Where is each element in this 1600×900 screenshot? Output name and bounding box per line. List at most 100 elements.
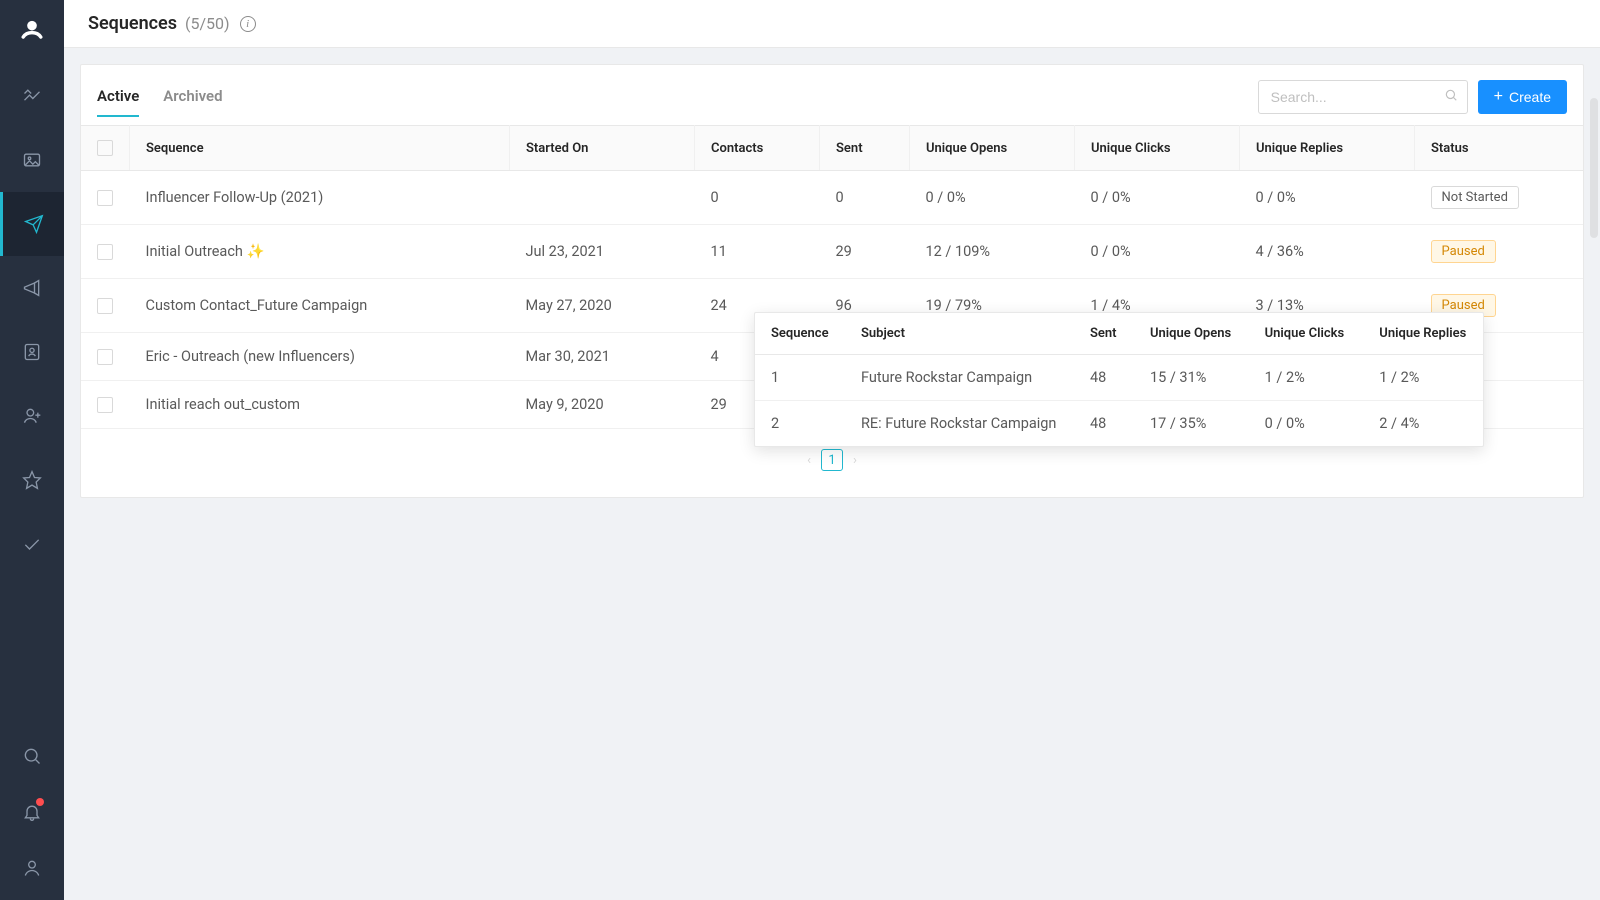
popover-row[interactable]: 1Future Rockstar Campaign4815 / 31%1 / 2… xyxy=(755,355,1483,401)
search-input[interactable] xyxy=(1258,80,1468,114)
create-button[interactable]: + Create xyxy=(1478,80,1567,114)
pcol-sequence: Sequence xyxy=(755,313,845,355)
cell-name: Eric - Outreach (new Influencers) xyxy=(130,333,510,381)
row-checkbox[interactable] xyxy=(97,397,113,413)
col-status[interactable]: Status xyxy=(1415,126,1584,171)
sequence-steps-popover: Sequence Subject Sent Unique Opens Uniqu… xyxy=(754,312,1484,447)
pcol-subject: Subject xyxy=(845,313,1074,355)
nav-add-user[interactable] xyxy=(0,384,64,448)
popover-row[interactable]: 2RE: Future Rockstar Campaign4817 / 35%0… xyxy=(755,401,1483,447)
pcell-opens: 15 / 31% xyxy=(1134,355,1249,401)
table-header: Sequence Started On Contacts Sent Unique… xyxy=(81,126,1583,171)
nav-favorites[interactable] xyxy=(0,448,64,512)
pcell-subject: Future Rockstar Campaign xyxy=(845,355,1074,401)
cell-name: Initial reach out_custom xyxy=(130,381,510,429)
cell-clicks: 0 / 0% xyxy=(1075,225,1240,279)
pcol-unique-clicks: Unique Clicks xyxy=(1249,313,1364,355)
select-all-checkbox[interactable] xyxy=(97,140,113,156)
pcol-unique-opens: Unique Opens xyxy=(1134,313,1249,355)
megaphone-icon xyxy=(22,278,42,298)
cell-name: Custom Contact_Future Campaign xyxy=(130,279,510,333)
page-current[interactable]: 1 xyxy=(821,449,843,471)
cell-started: Jul 23, 2021 xyxy=(510,225,695,279)
col-unique-opens[interactable]: Unique Opens xyxy=(910,126,1075,171)
cell-contacts: 0 xyxy=(695,171,820,225)
nav-sequences[interactable] xyxy=(0,192,64,256)
pcol-unique-replies: Unique Replies xyxy=(1363,313,1483,355)
cell-contacts: 11 xyxy=(695,225,820,279)
pcell-seq: 1 xyxy=(755,355,845,401)
table-row[interactable]: Influencer Follow-Up (2021)000 / 0%0 / 0… xyxy=(81,171,1583,225)
pcell-sent: 48 xyxy=(1074,401,1134,447)
col-unique-replies[interactable]: Unique Replies xyxy=(1240,126,1415,171)
col-unique-clicks[interactable]: Unique Clicks xyxy=(1075,126,1240,171)
pcell-clicks: 1 / 2% xyxy=(1249,355,1364,401)
nav-tasks[interactable] xyxy=(0,512,64,576)
tab-active[interactable]: Active xyxy=(97,77,139,117)
page-count: (5/50) xyxy=(185,14,230,33)
page-prev[interactable]: ‹ xyxy=(807,453,811,468)
row-checkbox[interactable] xyxy=(97,349,113,365)
sidebar xyxy=(0,0,64,900)
cell-clicks: 0 / 0% xyxy=(1075,171,1240,225)
page-next[interactable]: › xyxy=(853,453,857,468)
logo-icon xyxy=(18,16,46,44)
pcell-replies: 1 / 2% xyxy=(1363,355,1483,401)
nav-account[interactable] xyxy=(0,840,64,896)
table-row[interactable]: Initial Outreach ✨Jul 23, 2021112912 / 1… xyxy=(81,225,1583,279)
send-icon xyxy=(24,214,44,234)
check-icon xyxy=(22,534,42,554)
user-icon xyxy=(22,858,42,878)
col-sent[interactable]: Sent xyxy=(820,126,910,171)
pcol-sent: Sent xyxy=(1074,313,1134,355)
cell-status: Not Started xyxy=(1415,171,1584,225)
nav-campaigns[interactable] xyxy=(0,256,64,320)
image-icon xyxy=(22,150,42,170)
search-icon xyxy=(1444,88,1458,106)
cell-opens: 0 / 0% xyxy=(910,171,1075,225)
cell-name: Initial Outreach ✨ xyxy=(130,225,510,279)
row-checkbox[interactable] xyxy=(97,190,113,206)
status-badge: Not Started xyxy=(1431,186,1519,209)
status-badge: Paused xyxy=(1431,240,1496,263)
pcell-opens: 17 / 35% xyxy=(1134,401,1249,447)
card-head: Active Archived + Create xyxy=(81,65,1583,117)
cell-name: Influencer Follow-Up (2021) xyxy=(130,171,510,225)
star-icon xyxy=(22,470,42,490)
col-started-on[interactable]: Started On xyxy=(510,126,695,171)
cell-sent: 29 xyxy=(820,225,910,279)
pcell-sent: 48 xyxy=(1074,355,1134,401)
cell-started: May 9, 2020 xyxy=(510,381,695,429)
search-icon xyxy=(22,746,42,766)
nav-search[interactable] xyxy=(0,728,64,784)
nav-contacts[interactable] xyxy=(0,320,64,384)
cell-started xyxy=(510,171,695,225)
nav-analytics[interactable] xyxy=(0,64,64,128)
cell-replies: 4 / 36% xyxy=(1240,225,1415,279)
cell-opens: 12 / 109% xyxy=(910,225,1075,279)
pcell-replies: 2 / 4% xyxy=(1363,401,1483,447)
main-area: Active Archived + Create xyxy=(64,48,1600,900)
search-box xyxy=(1258,80,1468,114)
chart-line-icon xyxy=(22,86,42,106)
vertical-scrollbar[interactable] xyxy=(1590,98,1598,238)
cell-started: Mar 30, 2021 xyxy=(510,333,695,381)
tab-archived[interactable]: Archived xyxy=(163,77,222,117)
cell-replies: 0 / 0% xyxy=(1240,171,1415,225)
pcell-seq: 2 xyxy=(755,401,845,447)
pcell-clicks: 0 / 0% xyxy=(1249,401,1364,447)
row-checkbox[interactable] xyxy=(97,298,113,314)
nav-media[interactable] xyxy=(0,128,64,192)
page-header: Sequences (5/50) i xyxy=(64,0,1600,48)
contact-card-icon xyxy=(22,342,42,362)
nav-notifications[interactable] xyxy=(0,784,64,840)
info-icon[interactable]: i xyxy=(240,16,256,32)
tabs: Active Archived xyxy=(97,77,223,117)
cell-status: Paused xyxy=(1415,225,1584,279)
row-checkbox[interactable] xyxy=(97,244,113,260)
plus-icon: + xyxy=(1494,89,1503,105)
cell-started: May 27, 2020 xyxy=(510,279,695,333)
pcell-subject: RE: Future Rockstar Campaign xyxy=(845,401,1074,447)
col-sequence[interactable]: Sequence xyxy=(130,126,510,171)
col-contacts[interactable]: Contacts xyxy=(695,126,820,171)
